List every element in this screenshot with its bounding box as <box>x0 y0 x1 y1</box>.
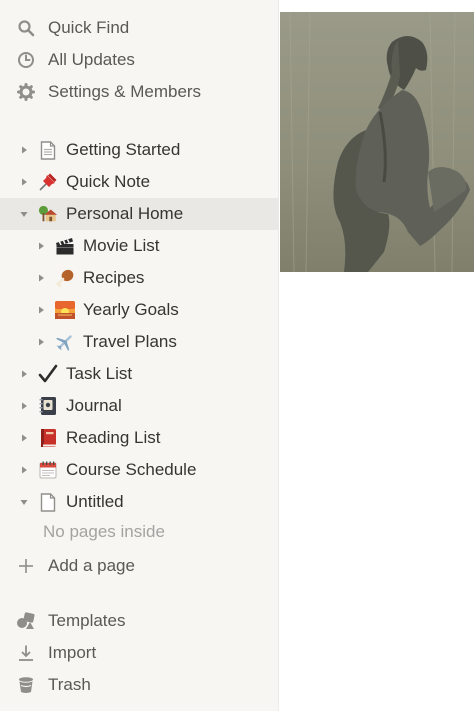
trash-icon <box>16 675 36 695</box>
chevron-right-icon[interactable] <box>17 463 31 477</box>
search-icon <box>16 18 36 38</box>
sidebar-item-task-list[interactable]: Task List <box>0 358 279 390</box>
clapper-board-icon <box>55 235 75 257</box>
plus-icon <box>16 556 36 576</box>
chevron-right-icon[interactable] <box>17 175 31 189</box>
sidebar-item-recipes[interactable]: Recipes <box>0 262 279 294</box>
trash-button[interactable]: Trash <box>0 669 279 701</box>
sidebar-item-quick-note[interactable]: Quick Note <box>0 166 279 198</box>
cover-painting-image <box>280 12 474 272</box>
sidebar-item-label: Course Schedule <box>66 460 197 479</box>
sidebar-item-personal-home[interactable]: Personal Home <box>0 198 279 230</box>
sidebar-item-movie-list[interactable]: Movie List <box>0 230 279 262</box>
sidebar-item-label: Recipes <box>83 268 145 287</box>
trash-label: Trash <box>48 675 91 694</box>
chevron-down-icon[interactable] <box>17 495 31 509</box>
check-mark-icon <box>38 363 58 385</box>
import-button[interactable]: Import <box>0 637 279 669</box>
quick-find-label: Quick Find <box>48 18 130 37</box>
templates-label: Templates <box>48 611 126 630</box>
clock-icon <box>16 50 36 70</box>
settings-members-label: Settings & Members <box>48 82 202 101</box>
sidebar-item-label: Quick Note <box>66 172 151 191</box>
add-page-label: Add a page <box>48 556 135 575</box>
pushpin-icon <box>38 171 58 193</box>
add-page-button[interactable]: Add a page <box>0 550 279 582</box>
sidebar-item-label: Journal <box>66 396 122 415</box>
chevron-right-icon[interactable] <box>34 239 48 253</box>
sidebar-item-label: Yearly Goals <box>83 300 179 319</box>
chevron-right-icon[interactable] <box>17 143 31 157</box>
sidebar-item-course-schedule[interactable]: Course Schedule <box>0 454 279 486</box>
all-updates-label: All Updates <box>48 50 135 69</box>
sidebar-item-untitled[interactable]: Untitled <box>0 486 279 518</box>
sidebar-item-label: Personal Home <box>66 204 184 223</box>
sidebar-item-label: Task List <box>66 364 133 383</box>
sidebar-item-label: Movie List <box>83 236 160 255</box>
chevron-right-icon[interactable] <box>34 303 48 317</box>
chevron-right-icon[interactable] <box>17 367 31 381</box>
import-icon <box>16 643 36 663</box>
quick-find-button[interactable]: Quick Find <box>0 12 279 44</box>
sidebar-item-yearly-goals[interactable]: Yearly Goals <box>0 294 279 326</box>
sidebar-item-label: Getting Started <box>66 140 181 159</box>
import-label: Import <box>48 643 97 662</box>
templates-icon <box>16 611 36 631</box>
gear-icon <box>16 82 36 102</box>
page-icon <box>38 139 58 161</box>
templates-button[interactable]: Templates <box>0 605 279 637</box>
sidebar-item-reading-list[interactable]: Reading List <box>0 422 279 454</box>
sidebar-item-getting-started[interactable]: Getting Started <box>0 134 279 166</box>
poultry-leg-icon <box>55 267 75 289</box>
sidebar: Quick Find All Updates Settings & Member… <box>0 0 279 711</box>
chevron-right-icon[interactable] <box>17 431 31 445</box>
settings-members-button[interactable]: Settings & Members <box>0 76 279 108</box>
chevron-down-icon[interactable] <box>17 207 31 221</box>
airplane-icon <box>55 331 75 353</box>
house-icon <box>38 203 58 225</box>
sidebar-item-label: Reading List <box>66 428 161 447</box>
notebook-icon <box>38 395 58 417</box>
page-icon <box>38 491 58 513</box>
sidebar-item-journal[interactable]: Journal <box>0 390 279 422</box>
sidebar-item-travel-plans[interactable]: Travel Plans <box>0 326 279 358</box>
sunrise-icon <box>55 299 75 321</box>
chevron-right-icon[interactable] <box>17 399 31 413</box>
no-pages-inside-text: No pages inside <box>43 522 165 541</box>
sidebar-item-label: Untitled <box>66 492 124 511</box>
chevron-right-icon[interactable] <box>34 335 48 349</box>
red-book-icon <box>38 427 58 449</box>
calendar-icon <box>38 459 58 481</box>
sidebar-item-label: Travel Plans <box>83 332 177 351</box>
all-updates-button[interactable]: All Updates <box>0 44 279 76</box>
chevron-right-icon[interactable] <box>34 271 48 285</box>
